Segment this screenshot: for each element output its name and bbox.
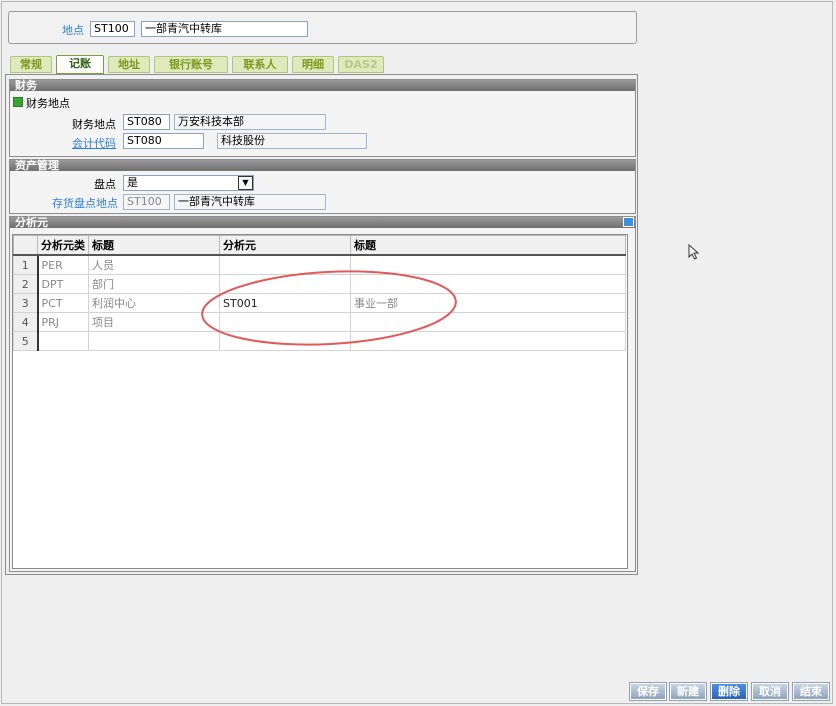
finance-section: 财务 财务地点 财务地点 ST080 万安科技本部 会计代码 ST080 科技股… [9, 79, 636, 157]
analysis-section-title: 分析元 [10, 217, 635, 228]
chevron-down-icon[interactable]: ▼ [238, 176, 253, 190]
finance-section-title: 财务 [10, 80, 635, 91]
finance-site-code-field[interactable]: ST080 [123, 114, 170, 130]
column-header[interactable]: 分析元类 [37, 235, 89, 256]
account-code-link[interactable]: 会计代码 [72, 135, 116, 151]
table-header-row: 分析元类 标题 分析元 标题 [13, 235, 626, 256]
annotation-ellipse [201, 270, 457, 346]
row-number: 1 [13, 254, 39, 275]
tab-bank-account[interactable]: 银行账号 [154, 56, 228, 73]
site-name-field[interactable]: 一部青汽中转库 [141, 21, 308, 37]
expand-icon[interactable] [623, 217, 634, 227]
mouse-cursor-icon [688, 244, 700, 260]
cell-type[interactable]: DPT [37, 274, 89, 294]
inventory-select[interactable]: 是 [123, 175, 254, 191]
delete-button[interactable]: 删除 [710, 682, 748, 701]
cell-type[interactable] [37, 331, 89, 351]
tab-address[interactable]: 地址 [108, 56, 150, 73]
row-number: 3 [13, 293, 39, 313]
asset-section: 资产管理 盘点 是 ▼ 存货盘点地点 ST100 一部青汽中转库 [9, 159, 636, 214]
tab-das2[interactable]: DAS2 [338, 56, 384, 73]
tab-general[interactable]: 常规 [10, 56, 52, 73]
site-label[interactable]: 地点 [62, 22, 84, 38]
finance-site-label: 财务地点 [72, 118, 116, 131]
cell-type[interactable]: PCT [37, 293, 89, 313]
account-code-field[interactable]: ST080 [123, 133, 204, 149]
row-number: 5 [13, 331, 39, 351]
tab-details[interactable]: 明细 [292, 56, 334, 73]
finish-button[interactable]: 结束 [792, 682, 830, 701]
finance-site-name-field: 万安科技本部 [174, 114, 326, 130]
tab-contacts[interactable]: 联系人 [232, 56, 288, 73]
finance-site-checkbox-label: 财务地点 [26, 97, 70, 110]
cell-type[interactable]: PRJ [37, 312, 89, 332]
column-header[interactable]: 标题 [88, 235, 220, 256]
inventory-label: 盘点 [94, 178, 116, 191]
tab-accounting[interactable]: 记账 [56, 55, 104, 74]
row-number: 4 [13, 312, 39, 332]
finance-site-checkbox[interactable] [13, 97, 23, 107]
asset-section-title: 资产管理 [10, 160, 635, 171]
site-code-field[interactable]: ST100 [90, 21, 135, 37]
new-button[interactable]: 新建 [669, 682, 707, 701]
inventory-site-name-field: 一部青汽中转库 [174, 194, 326, 210]
row-number: 2 [13, 274, 39, 294]
inventory-site-code-field: ST100 [123, 194, 170, 210]
cell-type[interactable]: PER [37, 254, 89, 275]
cancel-button[interactable]: 取消 [751, 682, 789, 701]
inventory-select-value: 是 [127, 176, 138, 189]
column-header[interactable]: 分析元 [219, 235, 351, 256]
inventory-site-label[interactable]: 存货盘点地点 [52, 195, 118, 211]
column-header[interactable]: 标题 [350, 235, 626, 256]
site-header: 地点 ST100 一部青汽中转库 [8, 11, 637, 44]
row-number-header [13, 235, 38, 256]
save-button[interactable]: 保存 [629, 682, 667, 701]
account-name-field: 科技股份 [217, 133, 367, 149]
